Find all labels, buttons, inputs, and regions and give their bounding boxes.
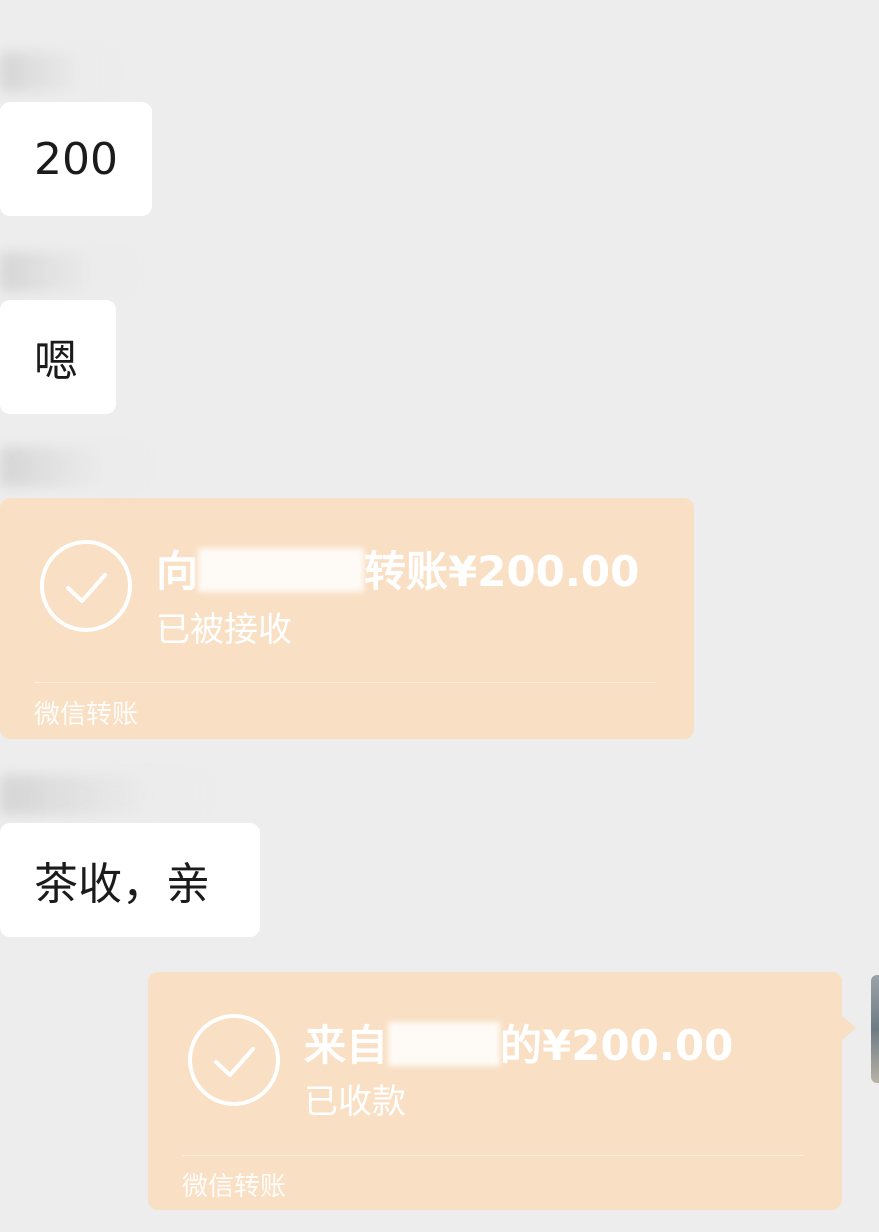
chat-view: 200 嗯 向转账¥200.00 已被接收 微信转账 茶收，亲 来自 的¥200… (0, 0, 879, 1232)
message-text: 嗯 (34, 336, 78, 387)
check-circle-icon (40, 540, 132, 632)
sender-name-redacted (0, 447, 150, 487)
avatar[interactable] (871, 975, 879, 1083)
transfer-title: 向 转账¥200.00 (156, 538, 639, 599)
transfer-card[interactable]: 来自 的¥200.00 已收款 微信转账 (148, 972, 842, 1210)
redacted-name (388, 1022, 501, 1066)
transfer-footer: 微信转账 (34, 700, 139, 730)
message-bubble[interactable]: 嗯 (0, 300, 116, 414)
message-text: 200 (34, 133, 118, 185)
transfer-status: 已被接收 (156, 610, 292, 650)
transfer-title-suffix: 转账¥200.00 (364, 547, 640, 596)
transfer-footer: 微信转账 (182, 1172, 287, 1202)
redacted-name (198, 548, 365, 592)
transfer-card[interactable]: 向 转账¥200.00 已被接收 微信转账 (0, 498, 694, 739)
divider (182, 1155, 804, 1156)
transfer-title-prefix: 来自 (304, 1021, 389, 1070)
transfer-title: 来自 的¥200.00 (304, 1012, 733, 1073)
transfer-status: 已收款 (304, 1082, 406, 1122)
message-text: 茶收，亲 (34, 859, 210, 910)
message-bubble[interactable]: 茶收，亲 (0, 823, 260, 937)
sender-name-redacted (0, 252, 135, 292)
bubble-tail (842, 1016, 856, 1040)
sender-name-redacted (0, 775, 215, 815)
check-circle-icon (188, 1014, 280, 1106)
sender-name-redacted (0, 52, 120, 92)
transfer-title-prefix: 向 (156, 547, 199, 596)
divider (34, 682, 656, 683)
message-bubble[interactable]: 200 (0, 102, 152, 216)
transfer-title-suffix: 的¥200.00 (500, 1021, 734, 1070)
